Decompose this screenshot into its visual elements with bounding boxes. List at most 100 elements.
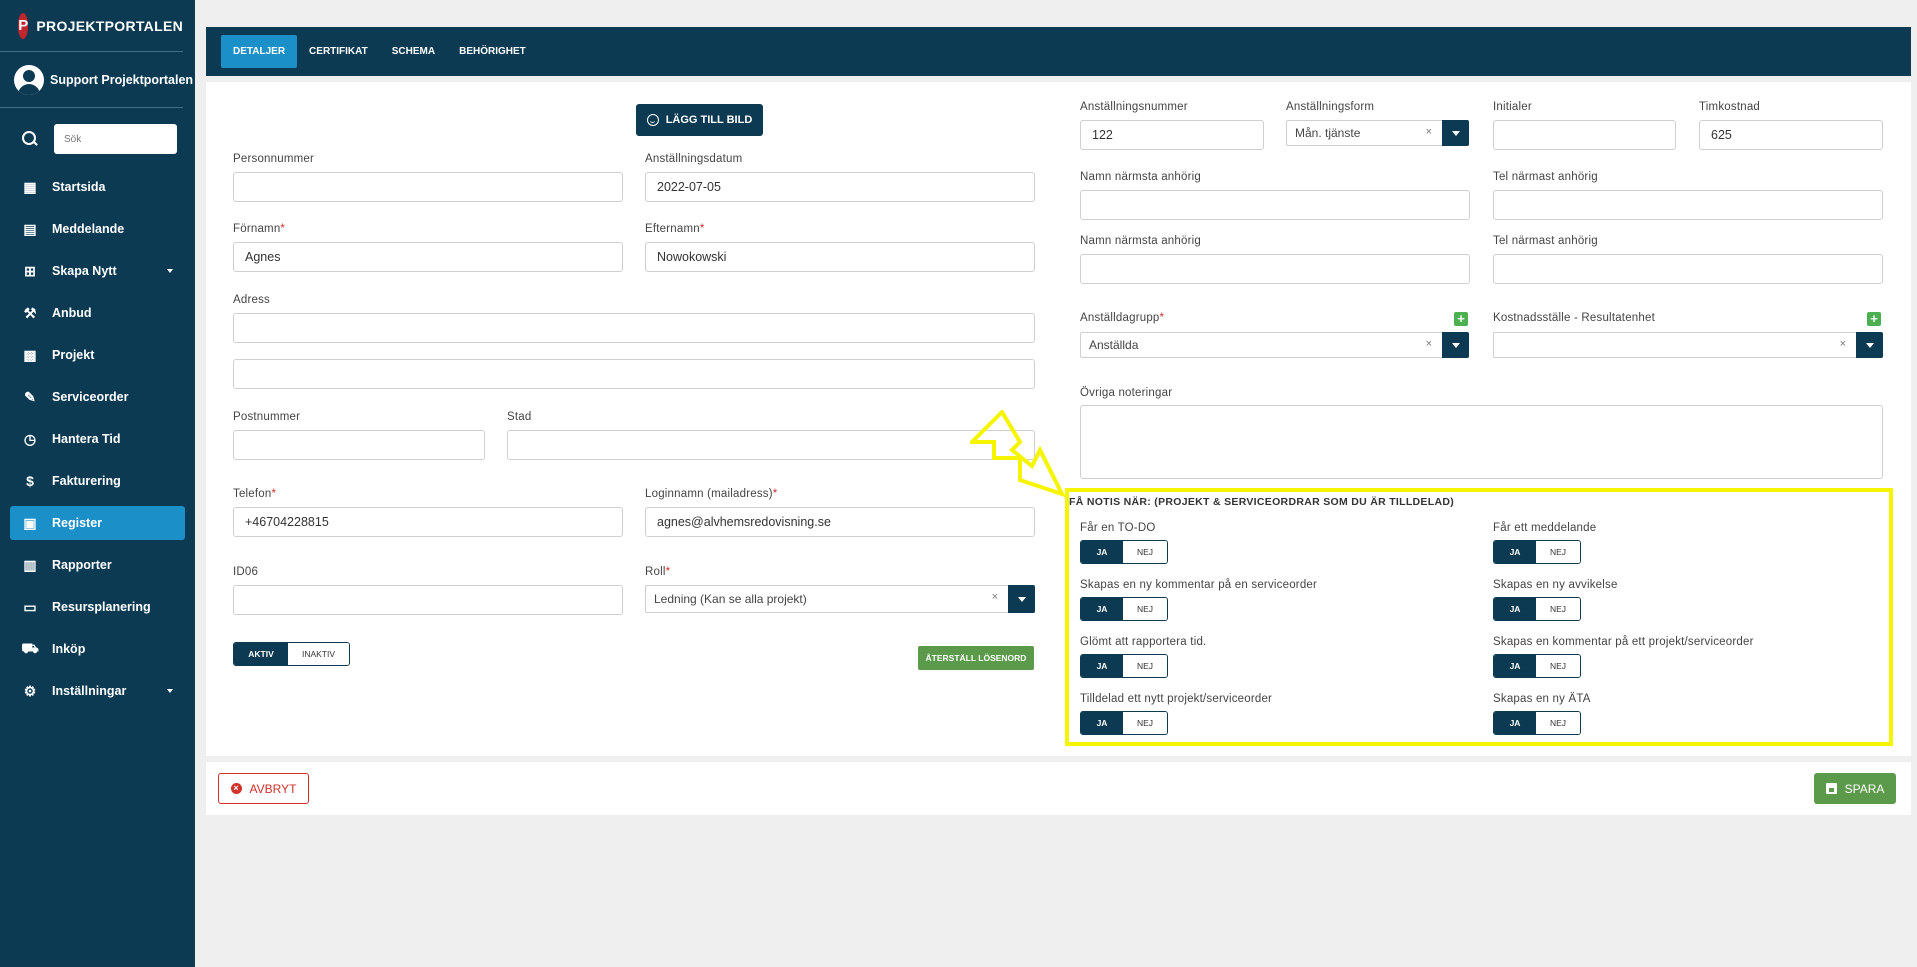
toggle-yes-option[interactable]: JA [1081,541,1123,563]
notis-toggle[interactable]: JA NEJ [1080,711,1168,735]
roll-select[interactable]: Ledning (Kan se alla projekt) × [645,585,1035,613]
add-image-button[interactable]: LÄGG TILL BILD [636,104,763,136]
anstallningsform-label: Anställningsform [1286,101,1375,113]
sidebar-item-projekt[interactable]: ▩ Projekt [10,338,185,372]
kostnadsstalle-select[interactable]: × [1493,332,1883,358]
tab-detaljer[interactable]: DETALJER [221,35,298,68]
chevron-down-icon[interactable] [1442,332,1469,358]
notis-toggle[interactable]: JA NEJ [1493,654,1581,678]
personnummer-field[interactable] [233,172,623,202]
anstallningsnummer-field[interactable]: 122 [1080,120,1264,150]
toggle-no-option[interactable]: NEJ [1123,541,1167,563]
tab-certifikat[interactable]: CERTIFIKAT [297,35,380,68]
sidebar-item-inställningar[interactable]: ⚙ Inställningar [10,674,185,708]
telefon-field[interactable]: +46704228815 [233,507,623,537]
anhorig2-tel-field[interactable] [1493,254,1883,284]
add-costcenter-button[interactable]: + [1867,312,1881,326]
adress-field[interactable] [233,313,1035,343]
tab-schema[interactable]: SCHEMA [380,35,447,68]
face-icon [646,114,659,126]
anstallningsdatum-label: Anställningsdatum [645,153,743,165]
toggle-no-option[interactable]: NEJ [1536,598,1580,620]
sidebar: P PROJEKTPORTALEN Support Projektportale… [0,0,195,967]
anstallningsform-select[interactable]: Mån. tjänste × [1286,120,1469,146]
sidebar-item-label: Meddelande [52,222,125,236]
toggle-no-option[interactable]: NEJ [1536,655,1580,677]
toggle-no-option[interactable]: NEJ [1536,712,1580,734]
anhorig1-namn-field[interactable] [1080,190,1470,220]
add-group-button[interactable]: + [1454,312,1468,326]
reset-password-button[interactable]: ÅTERSTÄLL LÖSENORD [918,646,1034,670]
toggle-yes-option[interactable]: JA [1081,655,1123,677]
toggle-no-option[interactable]: NEJ [1536,541,1580,563]
toggle-no-option[interactable]: NEJ [1123,598,1167,620]
sidebar-item-anbud[interactable]: ⚒ Anbud [10,296,185,330]
tab-behörighet[interactable]: BEHÖRIGHET [447,35,538,68]
sidebar-item-resursplanering[interactable]: ▭ Resursplanering [10,590,185,624]
sidebar-item-meddelande[interactable]: ▤ Meddelande [10,212,185,246]
user-profile[interactable]: Support Projektportalen [0,52,193,108]
chevron-down-icon[interactable] [1442,120,1469,146]
clear-icon[interactable]: × [1426,338,1432,350]
timkostnad-label: Timkostnad [1699,101,1761,113]
fornamn-field[interactable]: Agnes [233,242,623,272]
clear-icon[interactable]: × [992,591,998,603]
stad-field[interactable] [507,430,1035,460]
toggle-yes-option[interactable]: JA [1494,712,1536,734]
notis-toggle[interactable]: JA NEJ [1080,597,1168,621]
anstalldagrupp-value: Anställda [1089,338,1139,352]
notis-toggle[interactable]: JA NEJ [1493,540,1581,564]
tabs-bar: DETALJER CERTIFIKAT SCHEMA BEHÖRIGHET [206,27,1911,76]
sidebar-item-skapa-nytt[interactable]: ⊞ Skapa Nytt [10,254,185,288]
sidebar-item-serviceorder[interactable]: ✎ Serviceorder [10,380,185,414]
initialer-field[interactable] [1493,120,1676,150]
toggle-no-option[interactable]: NEJ [1123,712,1167,734]
loginnamn-field[interactable]: agnes@alvhemsredovisning.se [645,507,1035,537]
sidebar-item-startsida[interactable]: ▦ Startsida [10,170,185,204]
status-active-option[interactable]: AKTIV [234,643,288,665]
save-icon [1825,783,1837,794]
notis-toggle[interactable]: JA NEJ [1493,597,1581,621]
brand[interactable]: P PROJEKTPORTALEN [0,0,183,52]
clear-icon[interactable]: × [1426,126,1432,138]
notis-label: Skapas en kommentar på ett projekt/servi… [1493,636,1754,648]
sidebar-item-inköp[interactable]: ⛟ Inköp [10,632,185,666]
notis-label: Glömt att rapportera tid. [1080,636,1207,648]
fornamn-label-text: Förnamn [233,223,281,235]
toggle-yes-option[interactable]: JA [1081,598,1123,620]
sidebar-item-label: Resursplanering [52,600,151,614]
clear-icon[interactable]: × [1840,338,1846,350]
message-icon: ▤ [23,220,37,237]
toggle-yes-option[interactable]: JA [1081,712,1123,734]
anhorig1-tel-field[interactable] [1493,190,1883,220]
search-input[interactable] [54,124,177,154]
sidebar-item-register[interactable]: ▣ Register [10,506,185,540]
status-inactive-option[interactable]: INAKTIV [288,643,349,665]
anhorig2-namn-field[interactable] [1080,254,1470,284]
toggle-yes-option[interactable]: JA [1494,655,1536,677]
save-button[interactable]: SPARA [1814,773,1896,804]
notis-toggle[interactable]: JA NEJ [1493,711,1581,735]
adress-field-2[interactable] [233,359,1035,389]
timkostnad-field[interactable]: 625 [1699,120,1883,150]
sidebar-item-rapporter[interactable]: ▥ Rapporter [10,548,185,582]
notis-toggle[interactable]: JA NEJ [1080,654,1168,678]
ovriga-textarea[interactable] [1080,405,1883,479]
toggle-yes-option[interactable]: JA [1494,541,1536,563]
efternamn-field[interactable]: Nowokowski [645,242,1035,272]
cancel-button[interactable]: × AVBRYT [218,773,309,804]
adress-label: Adress [233,294,270,306]
anstalldagrupp-select[interactable]: Anställda × [1080,332,1469,358]
chevron-down-icon[interactable] [1008,585,1035,613]
notis-toggle[interactable]: JA NEJ [1080,540,1168,564]
chevron-down-icon[interactable] [1856,332,1883,358]
status-toggle[interactable]: AKTIV INAKTIV [233,642,350,666]
toggle-no-option[interactable]: NEJ [1123,655,1167,677]
id06-field[interactable] [233,585,623,615]
cart-icon: ⛟ [21,639,39,656]
toggle-yes-option[interactable]: JA [1494,598,1536,620]
postnummer-field[interactable] [233,430,485,460]
sidebar-item-fakturering[interactable]: $ Fakturering [10,464,185,498]
sidebar-item-hantera-tid[interactable]: ◷ Hantera Tid [10,422,185,456]
anstallningsdatum-field[interactable]: 2022-07-05 [645,172,1035,202]
